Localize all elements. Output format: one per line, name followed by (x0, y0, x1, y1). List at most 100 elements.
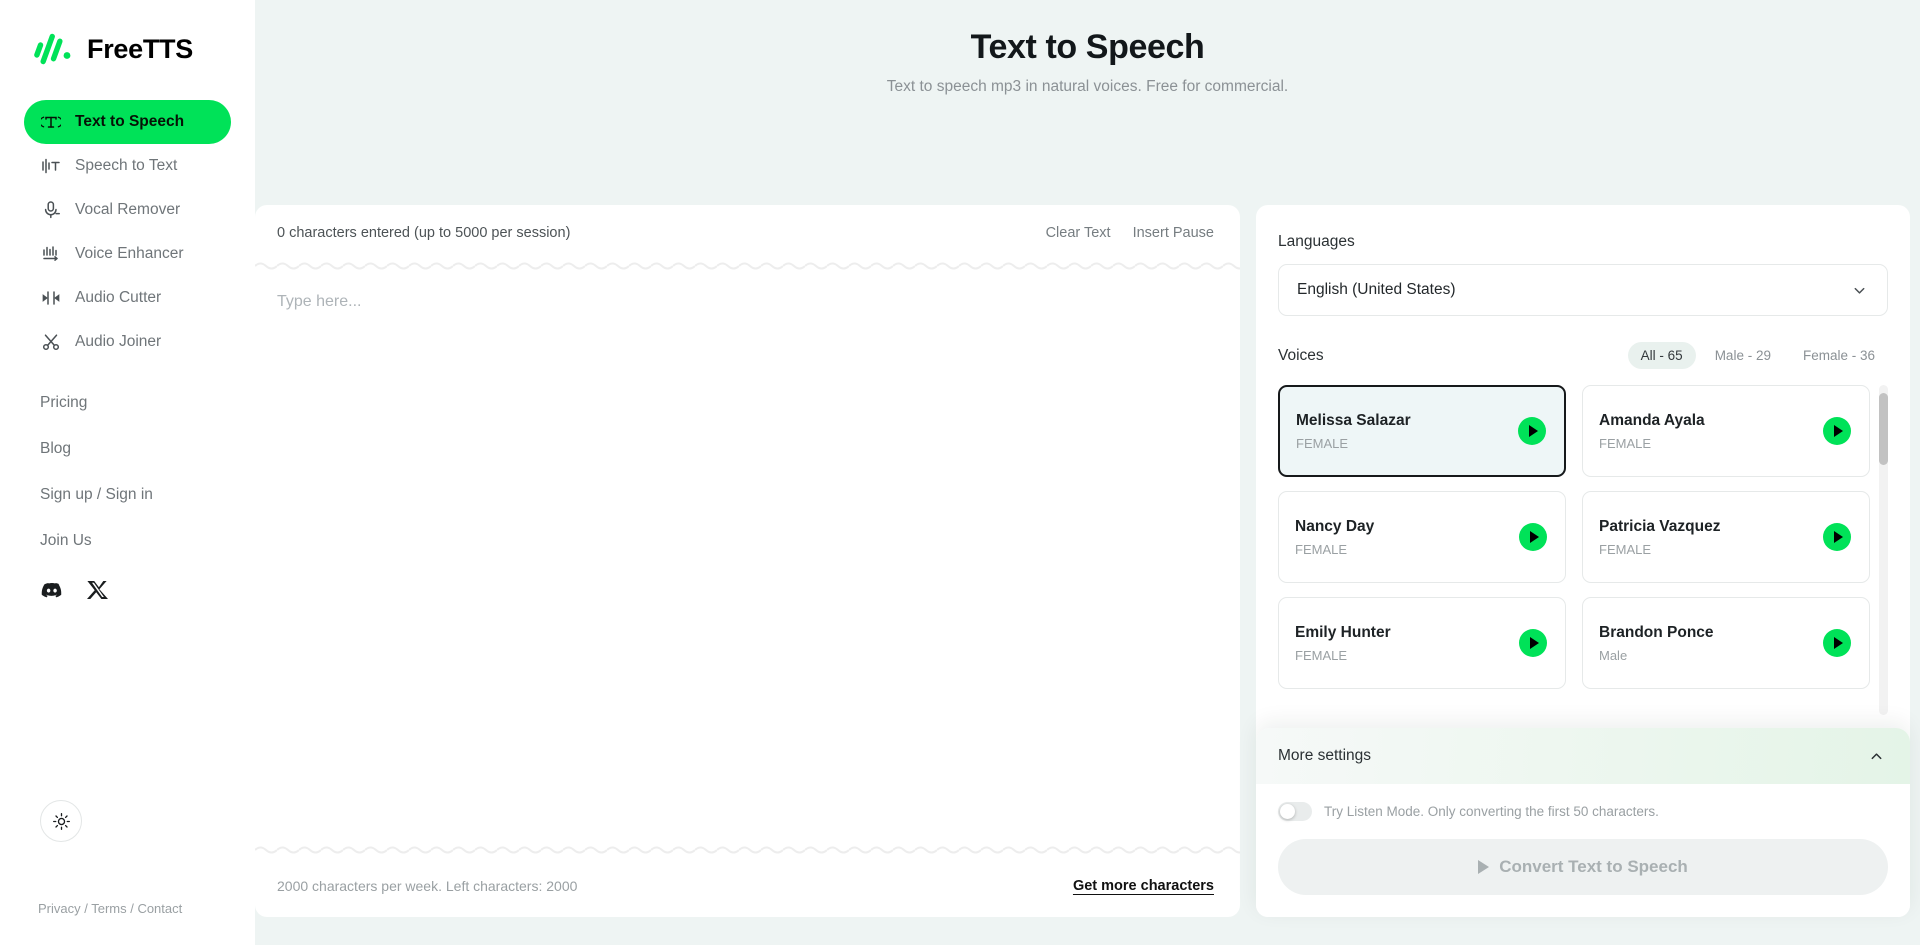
voice-card[interactable]: Nancy Day FEMALE (1278, 491, 1566, 583)
editor-body (255, 271, 1240, 845)
voice-name: Melissa Salazar (1296, 411, 1411, 429)
quota-note: 2000 characters per week. Left character… (277, 878, 578, 894)
sidebar-item-audio-cutter[interactable]: Audio Cutter (24, 276, 231, 320)
x-twitter-icon[interactable] (86, 578, 110, 602)
play-icon (1528, 425, 1538, 437)
speech-to-text-icon (40, 155, 62, 177)
discord-icon[interactable] (40, 578, 64, 602)
sidebar-item-audio-joiner[interactable]: Audio Joiner (24, 320, 231, 364)
voice-play-button[interactable] (1519, 629, 1547, 657)
sidebar-nav: Text to Speech Speech to Text Vocal Remo… (0, 100, 255, 564)
voice-gender: FEMALE (1295, 647, 1348, 663)
clear-text-button[interactable]: Clear Text (1046, 225, 1111, 241)
content-row: 0 characters entered (up to 5000 per ses… (255, 205, 1920, 917)
editor-action-group: Clear Text Insert Pause (1046, 225, 1214, 241)
voice-gender: Male (1599, 647, 1628, 663)
get-more-characters-link[interactable]: Get more characters (1073, 878, 1214, 894)
voice-play-button[interactable] (1519, 523, 1547, 551)
brand-logo[interactable]: FreeTTS (0, 0, 255, 70)
voice-card[interactable]: Patricia Vazquez FEMALE (1582, 491, 1870, 583)
sidebar-item-blog[interactable]: Blog (24, 426, 231, 472)
sidebar: FreeTTS Text to Speech Speech to Text Vo… (0, 0, 255, 945)
play-icon (1529, 637, 1539, 649)
voices-label: Voices (1278, 346, 1324, 364)
sidebar-item-label: Sign up / Sign in (40, 486, 153, 503)
sidebar-item-label: Speech to Text (75, 157, 178, 174)
voice-list-scroll[interactable]: Melissa Salazar FEMALE Amanda Ayala FEMA… (1278, 385, 1888, 715)
text-editor-card: 0 characters entered (up to 5000 per ses… (255, 205, 1240, 917)
play-icon (1833, 425, 1843, 437)
voice-name: Amanda Ayala (1599, 411, 1705, 429)
voice-name: Patricia Vazquez (1599, 517, 1721, 535)
voice-play-button[interactable] (1823, 417, 1851, 445)
voice-gender: FEMALE (1295, 541, 1348, 557)
sidebar-item-vocal-remover[interactable]: Vocal Remover (24, 188, 231, 232)
voice-name: Emily Hunter (1295, 623, 1391, 641)
editor-toolbar: 0 characters entered (up to 5000 per ses… (255, 205, 1240, 261)
audio-cutter-icon (40, 287, 62, 309)
voice-filter-tabs: All - 65 Male - 29 Female - 36 (1627, 342, 1888, 369)
voice-filter-male[interactable]: Male - 29 (1702, 342, 1784, 369)
sidebar-item-label: Pricing (40, 394, 88, 411)
convert-button-label: Convert Text to Speech (1499, 857, 1688, 876)
brand-name: FreeTTS (87, 33, 193, 64)
voice-gender: FEMALE (1599, 541, 1652, 557)
play-icon (1529, 531, 1539, 543)
listen-mode-toggle[interactable] (1278, 802, 1312, 821)
sidebar-item-label: Text to Speech (75, 113, 185, 130)
sidebar-item-label: Vocal Remover (75, 201, 181, 218)
editor-footer: 2000 characters per week. Left character… (255, 855, 1240, 917)
voice-card[interactable]: Amanda Ayala FEMALE (1582, 385, 1870, 477)
voice-name: Nancy Day (1295, 517, 1375, 535)
voice-filter-all[interactable]: All - 65 (1627, 342, 1696, 369)
voices-header: Voices All - 65 Male - 29 Female - 36 (1278, 342, 1888, 369)
sidebar-item-label: Audio Cutter (75, 289, 162, 306)
sidebar-item-join-us[interactable]: Join Us (24, 518, 231, 564)
language-select[interactable]: English (United States) (1278, 264, 1888, 316)
theme-toggle-button[interactable] (40, 800, 82, 842)
listen-mode-label: Try Listen Mode. Only converting the fir… (1324, 804, 1659, 819)
voice-scrollbar-thumb[interactable] (1879, 393, 1888, 465)
more-settings-sheet: More settings Try Listen Mode. Only conv… (1256, 728, 1910, 917)
sidebar-item-text-to-speech[interactable]: Text to Speech (24, 100, 231, 144)
page-subtitle: Text to speech mp3 in natural voices. Fr… (886, 78, 1289, 95)
character-count-label: 0 characters entered (up to 5000 per ses… (277, 225, 571, 241)
chevron-down-icon (1854, 287, 1865, 294)
convert-text-to-speech-button[interactable]: Convert Text to Speech (1278, 839, 1888, 895)
voice-play-button[interactable] (1823, 523, 1851, 551)
microphone-icon (40, 199, 62, 221)
sidebar-item-pricing[interactable]: Pricing (24, 380, 231, 426)
legal-links[interactable]: Privacy / Terms / Contact (38, 901, 182, 916)
play-icon (1833, 531, 1843, 543)
voice-play-button[interactable] (1518, 417, 1546, 445)
voice-gender: FEMALE (1296, 435, 1349, 451)
voice-play-button[interactable] (1823, 629, 1851, 657)
text-input[interactable] (277, 293, 1214, 845)
sidebar-item-label: Voice Enhancer (75, 245, 184, 262)
page-title: Text to Speech (970, 28, 1205, 66)
voice-card[interactable]: Emily Hunter FEMALE (1278, 597, 1566, 689)
more-settings-header[interactable]: More settings (1256, 728, 1910, 784)
text-to-speech-icon (40, 111, 62, 133)
sidebar-item-speech-to-text[interactable]: Speech to Text (24, 144, 231, 188)
voice-grid: Melissa Salazar FEMALE Amanda Ayala FEMA… (1278, 385, 1870, 689)
sidebar-item-voice-enhancer[interactable]: Voice Enhancer (24, 232, 231, 276)
listen-mode-row: Try Listen Mode. Only converting the fir… (1278, 802, 1888, 821)
play-icon (1833, 637, 1843, 649)
more-settings-title: More settings (1278, 747, 1372, 764)
toggle-knob (1280, 804, 1295, 819)
voice-card[interactable]: Brandon Ponce Male (1582, 597, 1870, 689)
voice-card[interactable]: Melissa Salazar FEMALE (1278, 385, 1566, 477)
voice-scrollbar-track[interactable] (1879, 385, 1888, 715)
sidebar-item-signup-signin[interactable]: Sign up / Sign in (24, 472, 231, 518)
voice-gender: FEMALE (1599, 435, 1652, 451)
insert-pause-button[interactable]: Insert Pause (1133, 225, 1214, 241)
voice-settings-panel: Languages English (United States) Voices… (1256, 205, 1910, 917)
social-links (0, 564, 255, 602)
sidebar-item-label: Blog (40, 440, 72, 457)
play-icon (1478, 860, 1490, 874)
voice-enhancer-icon (40, 243, 62, 265)
sidebar-item-label: Audio Joiner (75, 333, 162, 350)
voice-filter-female[interactable]: Female - 36 (1790, 342, 1888, 369)
